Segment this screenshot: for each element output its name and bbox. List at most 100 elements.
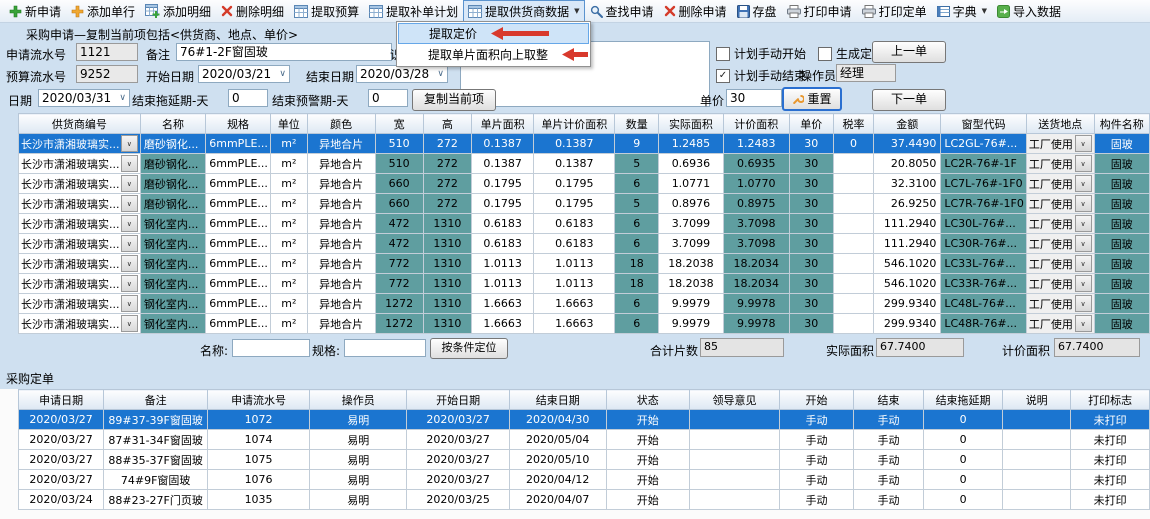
purchase-items-table-column-header[interactable]: 单片计价面积 (534, 114, 615, 134)
reset-button[interactable]: 重置 (782, 87, 842, 111)
purchase-items-table-cell[interactable]: 长沙市潇湘玻璃实...∨ (19, 294, 141, 314)
purchase-items-table-cell[interactable]: 工厂使用∨ (1026, 174, 1094, 194)
remark-input[interactable]: 76#1-2F窗固玻 (176, 43, 392, 61)
dropdown-arrow-icon[interactable]: ∨ (1075, 275, 1092, 292)
dropdown-arrow-icon[interactable]: ∨ (1075, 295, 1092, 312)
menu-item-extract-pricing[interactable]: 提取定价 (398, 23, 589, 44)
purchase-items-table-cell[interactable]: 长沙市潇湘玻璃实...∨ (19, 174, 141, 194)
dropdown-arrow-icon[interactable]: ∨ (121, 275, 138, 292)
manual-end-checkbox[interactable]: ✓计划手动结束 (716, 67, 806, 84)
purchase-orders-table-column-header[interactable]: 状态 (606, 390, 689, 410)
purchase-orders-table-column-header[interactable]: 结束 (853, 390, 923, 410)
manual-start-checkbox[interactable]: 计划手动开始 (716, 45, 806, 62)
copy-current-button[interactable]: 复制当前项 (412, 89, 496, 111)
toolbar-button-add-detail[interactable]: 添加明细 (140, 0, 216, 22)
purchase-orders-table-row[interactable]: 2020/03/2787#31-34F窗固玻1074易明2020/03/2720… (19, 430, 1150, 450)
purchase-orders-table-column-header[interactable]: 申请流水号 (208, 390, 310, 410)
dropdown-arrow-icon[interactable]: ∨ (121, 215, 138, 232)
purchase-items-table-column-header[interactable]: 窗型代码 (941, 114, 1026, 134)
toolbar-button-extract-supplement-plan[interactable]: 提取补单计划 (364, 0, 463, 22)
toolbar-button-find-request[interactable]: 查找申请 (585, 0, 659, 22)
purchase-orders-table-column-header[interactable]: 申请日期 (19, 390, 104, 410)
dropdown-arrow-icon[interactable]: ∨ (121, 195, 138, 212)
dropdown-arrow-icon[interactable]: ∨ (1075, 235, 1092, 252)
purchase-items-table-column-header[interactable]: 供货商编号 (19, 114, 141, 134)
req-no-input[interactable]: 1121 (76, 43, 138, 61)
purchase-orders-table-row[interactable]: 2020/03/2789#37-39F窗固玻1072易明2020/03/2720… (19, 410, 1150, 430)
dropdown-arrow-icon[interactable]: ∨ (1075, 215, 1092, 232)
chevron-down-icon[interactable]: ∨ (119, 93, 126, 103)
purchase-items-table-cell[interactable]: 工厂使用∨ (1026, 234, 1094, 254)
purchase-items-table-cell[interactable]: 长沙市潇湘玻璃实...∨ (19, 134, 141, 154)
locate-by-condition-button[interactable]: 按条件定位 (430, 338, 508, 359)
dropdown-arrow-icon[interactable]: ∨ (121, 295, 138, 312)
purchase-items-table-column-header[interactable]: 颜色 (307, 114, 375, 134)
purchase-items-table-cell[interactable]: 长沙市潇湘玻璃实...∨ (19, 274, 141, 294)
purchase-orders-table-column-header[interactable]: 开始 (780, 390, 854, 410)
checkbox-unchecked-icon[interactable] (818, 47, 832, 61)
purchase-items-table-row[interactable]: 长沙市潇湘玻璃实...∨磨砂钢化...6mmPLE...m²异地合片510272… (19, 134, 1150, 154)
filter-name-input[interactable] (232, 339, 310, 357)
purchase-items-table-cell[interactable]: 长沙市潇湘玻璃实...∨ (19, 154, 141, 174)
purchase-orders-table-column-header[interactable]: 打印标志 (1071, 390, 1150, 410)
budget-no-input[interactable]: 9252 (76, 65, 138, 83)
purchase-items-table-row[interactable]: 长沙市潇湘玻璃实...∨钢化室内...6mmPLE...m²异地合片472131… (19, 234, 1150, 254)
purchase-items-table-column-header[interactable]: 送货地点 (1026, 114, 1094, 134)
purchase-items-table-column-header[interactable]: 高 (423, 114, 471, 134)
purchase-items-table-cell[interactable]: 长沙市潇湘玻璃实...∨ (19, 314, 141, 334)
purchase-items-table-column-header[interactable]: 单位 (270, 114, 307, 134)
purchase-items-table-row[interactable]: 长沙市潇湘玻璃实...∨钢化室内...6mmPLE...m²异地合片127213… (19, 314, 1150, 334)
dropdown-arrow-icon[interactable]: ∨ (1075, 195, 1092, 212)
next-order-button[interactable]: 下一单 (872, 89, 946, 111)
toolbar-button-new-request[interactable]: 新申请 (4, 0, 66, 22)
purchase-items-table-column-header[interactable]: 金额 (874, 114, 941, 134)
purchase-orders-table-column-header[interactable]: 领导意见 (689, 390, 779, 410)
toolbar-button-dictionary[interactable]: 字典▼ (932, 0, 992, 22)
dropdown-arrow-icon[interactable]: ∨ (1075, 155, 1092, 172)
purchase-orders-table-column-header[interactable]: 说明 (1003, 390, 1071, 410)
purchase-items-table-cell[interactable]: 长沙市潇湘玻璃实...∨ (19, 214, 141, 234)
filter-spec-input[interactable] (344, 339, 426, 357)
purchase-items-table-column-header[interactable]: 数量 (615, 114, 659, 134)
purchase-orders-table-row[interactable]: 2020/03/2774#9F窗固玻1076易明2020/03/272020/0… (19, 470, 1150, 490)
dropdown-arrow-icon[interactable]: ∨ (121, 175, 138, 192)
purchase-items-table-cell[interactable]: 工厂使用∨ (1026, 214, 1094, 234)
purchase-items-table-row[interactable]: 长沙市潇湘玻璃实...∨磨砂钢化...6mmPLE...m²异地合片660272… (19, 194, 1150, 214)
purchase-items-table-row[interactable]: 长沙市潇湘玻璃实...∨钢化室内...6mmPLE...m²异地合片772131… (19, 254, 1150, 274)
purchase-items-table-row[interactable]: 长沙市潇湘玻璃实...∨钢化室内...6mmPLE...m²异地合片127213… (19, 294, 1150, 314)
toolbar-button-print-order[interactable]: 打印定单 (857, 0, 932, 22)
purchase-items-table-cell[interactable]: 工厂使用∨ (1026, 154, 1094, 174)
purchase-items-table-row[interactable]: 长沙市潇湘玻璃实...∨磨砂钢化...6mmPLE...m²异地合片660272… (19, 174, 1150, 194)
dropdown-arrow-icon[interactable]: ∨ (121, 235, 138, 252)
operator-input[interactable]: 经理 (836, 64, 896, 82)
purchase-items-table-cell[interactable]: 长沙市潇湘玻璃实...∨ (19, 194, 141, 214)
purchase-items-table-row[interactable]: 长沙市潇湘玻璃实...∨钢化室内...6mmPLE...m²异地合片772131… (19, 274, 1150, 294)
purchase-items-table-column-header[interactable]: 税率 (833, 114, 873, 134)
checkbox-unchecked-icon[interactable] (716, 47, 730, 61)
end-date-select[interactable]: 2020/03/28∨ (356, 65, 448, 83)
dropdown-arrow-icon[interactable]: ∨ (1075, 135, 1092, 152)
toolbar-button-delete-request[interactable]: 删除申请 (659, 0, 732, 22)
prev-order-button[interactable]: 上一单 (872, 41, 946, 63)
purchase-orders-table-column-header[interactable]: 结束拖延期 (924, 390, 1003, 410)
purchase-items-table-cell[interactable]: 工厂使用∨ (1026, 314, 1094, 334)
purchase-items-table-cell[interactable]: 工厂使用∨ (1026, 274, 1094, 294)
purchase-items-table-row[interactable]: 长沙市潇湘玻璃实...∨磨砂钢化...6mmPLE...m²异地合片510272… (19, 154, 1150, 174)
purchase-orders-table-column-header[interactable]: 操作员 (310, 390, 407, 410)
dropdown-arrow-icon[interactable]: ∨ (121, 155, 138, 172)
dropdown-arrow-icon[interactable]: ∨ (121, 315, 138, 332)
purchase-items-table-column-header[interactable]: 规格 (206, 114, 271, 134)
toolbar-button-save[interactable]: 存盘 (732, 0, 782, 22)
purchase-items-table-cell[interactable]: 工厂使用∨ (1026, 134, 1094, 154)
purchase-items-table-cell[interactable]: 工厂使用∨ (1026, 194, 1094, 214)
chevron-down-icon[interactable]: ∨ (437, 69, 444, 79)
purchase-items-table-column-header[interactable]: 计价面积 (723, 114, 789, 134)
toolbar-button-print-request[interactable]: 打印申请 (782, 0, 857, 22)
toolbar-button-import-data[interactable]: 导入数据 (992, 0, 1066, 22)
purchase-items-table-row[interactable]: 长沙市潇湘玻璃实...∨钢化室内...6mmPLE...m²异地合片472131… (19, 214, 1150, 234)
purchase-orders-table-row[interactable]: 2020/03/2488#23-27F门页玻1035易明2020/03/2520… (19, 490, 1150, 510)
purchase-items-table-cell[interactable]: 长沙市潇湘玻璃实...∨ (19, 234, 141, 254)
date-select[interactable]: 2020/03/31∨ (38, 89, 130, 107)
toolbar-button-extract-budget[interactable]: 提取预算 (289, 0, 364, 22)
toolbar-button-add-row[interactable]: 添加单行 (66, 0, 140, 22)
